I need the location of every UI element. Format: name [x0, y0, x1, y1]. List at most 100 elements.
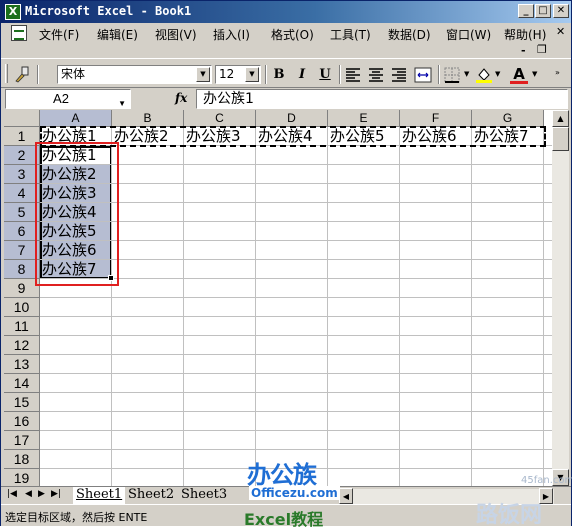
row-header-17[interactable]: 17 — [4, 431, 40, 450]
insert-function-button[interactable]: fx — [175, 91, 187, 105]
row-header-18[interactable]: 18 — [4, 450, 40, 469]
sheet-tab-1[interactable]: Sheet1 — [73, 487, 126, 504]
align-right-icon[interactable] — [391, 68, 407, 82]
last-sheet-icon[interactable]: ▶| — [51, 489, 61, 499]
vertical-scrollbar[interactable]: ▲ ▼ — [552, 110, 569, 486]
borders-dropdown-icon[interactable]: ▼ — [464, 70, 469, 78]
menu-window[interactable]: 窗口(W) — [446, 26, 491, 43]
toolbar-grip[interactable] — [5, 64, 8, 83]
row-header-14[interactable]: 14 — [4, 374, 40, 393]
menu-insert[interactable]: 插入(I) — [213, 26, 250, 43]
watermark-tutorial: Excel教程 — [244, 510, 324, 529]
font-name-dropdown-icon[interactable]: ▼ — [196, 67, 210, 82]
window-title: Microsoft Excel - Book1 — [25, 4, 192, 18]
formula-input[interactable]: 办公族1 — [196, 89, 568, 109]
excel-app-icon: X — [5, 4, 21, 20]
toolbar-separator — [339, 65, 341, 84]
menu-bar: 文件(F) 编辑(E) 视图(V) 插入(I) 格式(O) 工具(T) 数据(D… — [1, 23, 571, 44]
menu-format[interactable]: 格式(O) — [271, 26, 314, 43]
name-box-value: A2 — [53, 91, 69, 106]
font-size-dropdown-icon[interactable]: ▼ — [245, 67, 259, 82]
gridline-vertical — [327, 127, 328, 486]
gridline-horizontal — [40, 430, 552, 431]
sheet-tab-2[interactable]: Sheet2 — [125, 487, 177, 504]
merge-center-icon[interactable] — [414, 67, 432, 83]
highlight-annotation-box — [35, 142, 119, 286]
vertical-scroll-thumb[interactable] — [552, 127, 569, 151]
gridline-horizontal — [40, 297, 552, 298]
watermark-url: Officezu.com — [249, 486, 340, 500]
font-size-select[interactable]: 12 ▼ — [215, 65, 261, 84]
workbook-controls: - ❐ — [1, 43, 571, 58]
column-header-e[interactable]: E — [328, 110, 400, 127]
toolbar-separator — [265, 65, 267, 84]
workbook-restore-button[interactable]: ❐ — [537, 43, 547, 56]
select-all-button[interactable] — [4, 110, 40, 127]
row-header-16[interactable]: 16 — [4, 412, 40, 431]
row-header-11[interactable]: 11 — [4, 317, 40, 336]
fill-color-icon[interactable] — [475, 66, 493, 84]
toolbar-options-icon[interactable]: » — [555, 68, 560, 77]
gridline-horizontal — [40, 335, 552, 336]
watermark-logo: 办公族 — [247, 461, 317, 489]
minimize-button[interactable]: _ — [518, 4, 534, 18]
maximize-button[interactable]: □ — [535, 4, 551, 18]
first-sheet-icon[interactable]: |◀ — [7, 489, 17, 499]
menu-view[interactable]: 视图(V) — [155, 26, 197, 43]
menu-data[interactable]: 数据(D) — [388, 26, 431, 43]
gridline-horizontal — [40, 392, 552, 393]
column-header-b[interactable]: B — [112, 110, 184, 127]
menu-edit[interactable]: 编辑(E) — [97, 26, 138, 43]
gridline-horizontal — [40, 316, 552, 317]
close-button[interactable]: ✕ — [553, 4, 569, 18]
excel-window: X Microsoft Excel - Book1 _ □ ✕ 文件(F) 编辑… — [0, 0, 572, 529]
underline-button[interactable]: U — [315, 65, 335, 85]
formula-bar: A2 ▼ fx 办公族1 — [1, 88, 571, 110]
scroll-left-button[interactable]: ◀ — [339, 488, 353, 504]
status-text: 选定目标区域，然后按 ENTE — [5, 511, 148, 524]
align-left-icon[interactable] — [345, 68, 361, 82]
row-header-15[interactable]: 15 — [4, 393, 40, 412]
gridline-horizontal — [40, 354, 552, 355]
column-header-a[interactable]: A — [40, 110, 112, 127]
workbook-minimize-button[interactable]: - — [521, 44, 526, 57]
menu-tools[interactable]: 工具(T) — [330, 26, 371, 43]
bold-button[interactable]: B — [269, 65, 289, 85]
column-header-g[interactable]: G — [472, 110, 544, 127]
row-header-13[interactable]: 13 — [4, 355, 40, 374]
workbook-icon[interactable] — [11, 25, 27, 41]
column-header-d[interactable]: D — [256, 110, 328, 127]
watermark-site-url: 45fan.com — [521, 475, 572, 486]
scroll-up-button[interactable]: ▲ — [552, 110, 569, 127]
next-sheet-icon[interactable]: ▶ — [38, 489, 45, 499]
gridline-horizontal — [40, 373, 552, 374]
row-header-12[interactable]: 12 — [4, 336, 40, 355]
font-name-select[interactable]: 宋体 ▼ — [57, 65, 212, 84]
toolbar-separator — [438, 65, 440, 84]
title-bar: X Microsoft Excel - Book1 _ □ ✕ — [1, 1, 571, 23]
prev-sheet-icon[interactable]: ◀ — [25, 489, 32, 499]
menu-file[interactable]: 文件(F) — [39, 26, 79, 43]
row-header-10[interactable]: 10 — [4, 298, 40, 317]
italic-button[interactable]: I — [292, 65, 312, 85]
fill-color-dropdown-icon[interactable]: ▼ — [495, 70, 500, 78]
gridline-vertical — [255, 127, 256, 486]
column-header-c[interactable]: C — [184, 110, 256, 127]
format-painter-icon[interactable] — [13, 65, 31, 83]
row-header-19[interactable]: 19 — [4, 469, 40, 486]
font-size-value: 12 — [219, 67, 235, 81]
sheet-tab-3[interactable]: Sheet3 — [178, 487, 230, 504]
watermark-site: 路饭网 — [476, 503, 543, 528]
worksheet-grid[interactable]: A B C D E F G 1 2 3 4 5 6 7 8 9 10 11 12 13 14 15 16 17 18 19 办公族1… — [4, 110, 552, 486]
name-box[interactable]: A2 ▼ — [5, 89, 131, 109]
gridline-horizontal — [40, 449, 552, 450]
workbook-close-button[interactable]: ✕ — [556, 25, 565, 38]
borders-icon[interactable] — [444, 67, 460, 83]
menu-help[interactable]: 帮助(H) — [504, 26, 546, 43]
gridline-horizontal — [40, 411, 552, 412]
font-color-dropdown-icon[interactable]: ▼ — [532, 70, 537, 78]
align-center-icon[interactable] — [368, 68, 384, 82]
toolbar-separator — [37, 65, 39, 84]
gridline-vertical — [543, 127, 544, 486]
column-header-f[interactable]: F — [400, 110, 472, 127]
